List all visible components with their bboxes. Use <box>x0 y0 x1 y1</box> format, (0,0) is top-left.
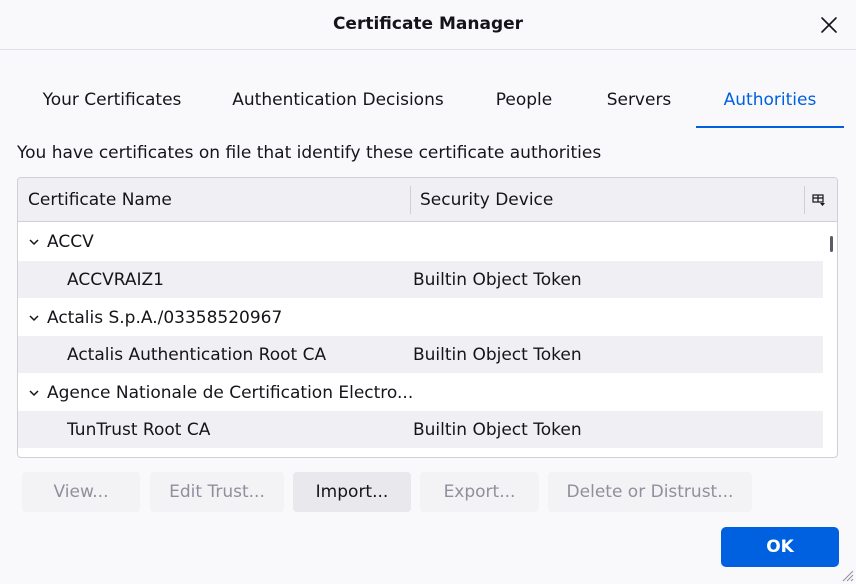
tab-people[interactable]: People <box>476 72 572 128</box>
close-button[interactable] <box>814 10 844 40</box>
tree-row-certificate[interactable]: TunTrust Root CA Builtin Object Token <box>18 411 823 448</box>
security-device: Builtin Object Token <box>413 419 582 440</box>
delete-or-distrust-button[interactable]: Delete or Distrust... <box>548 472 752 512</box>
column-splitter[interactable] <box>410 186 411 214</box>
certificate-group-name: ACCV <box>47 231 94 252</box>
tab-servers[interactable]: Servers <box>586 72 692 128</box>
certificate-tree[interactable]: Certificate Name Security Device ACCV AC… <box>17 177 838 458</box>
tree-row-certificate[interactable]: Actalis Authentication Root CA Builtin O… <box>18 336 823 373</box>
tab-authorities[interactable]: Authorities <box>696 72 844 128</box>
certificate-group-name: Actalis S.p.A./03358520967 <box>47 307 283 328</box>
chevron-down-icon[interactable] <box>27 386 41 400</box>
tab-authentication-decisions[interactable]: Authentication Decisions <box>212 72 464 128</box>
edit-trust-button[interactable]: Edit Trust... <box>150 472 284 512</box>
import-button[interactable]: Import... <box>293 472 411 512</box>
chevron-down-icon[interactable] <box>27 311 41 325</box>
title-bar: Certificate Manager <box>0 0 856 50</box>
scrollbar-thumb[interactable] <box>830 236 833 252</box>
certificate-group-name: Agence Nationale de Certification Electr… <box>47 382 414 403</box>
column-picker-button[interactable] <box>809 190 829 210</box>
certificate-name: TunTrust Root CA <box>67 419 211 440</box>
resize-grip-icon[interactable] <box>840 568 854 582</box>
column-splitter[interactable] <box>804 186 805 214</box>
column-header-certificate-name[interactable]: Certificate Name <box>28 178 172 222</box>
security-device: Builtin Object Token <box>413 269 582 290</box>
column-picker-icon <box>812 194 825 206</box>
close-icon <box>821 17 837 33</box>
tree-header: Certificate Name Security Device <box>18 178 837 222</box>
tree-scrollbar[interactable] <box>829 224 835 456</box>
view-button[interactable]: View... <box>22 472 140 512</box>
window-title: Certificate Manager <box>332 14 524 34</box>
tree-row-group[interactable]: ACCV <box>18 223 823 260</box>
description-text: You have certificates on file that ident… <box>17 143 602 163</box>
tree-row-certificate[interactable]: ACCVRAIZ1 Builtin Object Token <box>18 261 823 298</box>
tab-your-certificates[interactable]: Your Certificates <box>18 72 206 128</box>
tab-bar: Your Certificates Authentication Decisio… <box>18 72 844 128</box>
certificate-name: ACCVRAIZ1 <box>67 269 164 290</box>
export-button[interactable]: Export... <box>420 472 539 512</box>
chevron-down-icon[interactable] <box>27 235 41 249</box>
security-device: Builtin Object Token <box>413 344 582 365</box>
tree-row-group[interactable]: Agence Nationale de Certification Electr… <box>18 374 823 411</box>
certificate-name: Actalis Authentication Root CA <box>67 344 327 365</box>
tree-row-group[interactable]: Actalis S.p.A./03358520967 <box>18 299 823 336</box>
ok-button[interactable]: OK <box>721 527 839 567</box>
column-header-security-device[interactable]: Security Device <box>420 178 553 222</box>
